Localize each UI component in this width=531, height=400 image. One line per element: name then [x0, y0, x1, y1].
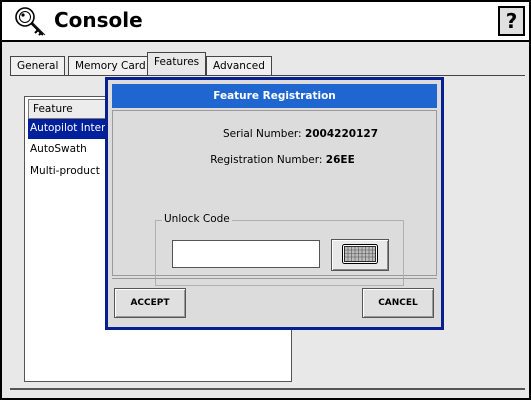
unlock-code-label: Unlock Code — [162, 213, 232, 225]
serial-number-value: 2004220127 — [304, 128, 378, 140]
tab-features[interactable]: Features — [147, 52, 207, 76]
serial-number-row: Serial Number: 2004220127 — [139, 128, 462, 140]
serial-number-label: Serial Number: — [223, 128, 302, 140]
registration-number-label: Registration Number: — [210, 154, 323, 166]
unlock-code-group: Unlock Code — [155, 213, 404, 286]
title-bar: Console ? — [2, 2, 529, 42]
console-window: Console ? General Memory Card Features A… — [0, 0, 531, 400]
unlock-code-input[interactable] — [172, 240, 320, 268]
bottom-divider — [10, 388, 525, 390]
keyboard-icon — [342, 243, 378, 267]
keyboard-button[interactable] — [331, 239, 389, 271]
dialog-content: Serial Number: 2004220127 Registration N… — [112, 110, 437, 286]
dialog-divider — [112, 278, 437, 279]
cancel-button[interactable]: CANCEL — [362, 288, 434, 318]
help-button[interactable]: ? — [498, 6, 525, 36]
registration-number-value: 26EE — [325, 154, 355, 166]
registration-number-row: Registration Number: 26EE — [121, 154, 444, 166]
tab-advanced[interactable]: Advanced — [206, 56, 272, 76]
accept-button[interactable]: ACCEPT — [114, 288, 186, 318]
window-title: Console — [54, 8, 143, 32]
dialog-title: Feature Registration — [112, 84, 437, 108]
tab-divider — [10, 75, 525, 76]
feature-registration-dialog: Feature Registration Serial Number: 2004… — [105, 77, 444, 330]
key-icon — [12, 5, 48, 39]
tab-general[interactable]: General — [10, 56, 66, 76]
tab-memory-card[interactable]: Memory Card — [68, 56, 153, 76]
